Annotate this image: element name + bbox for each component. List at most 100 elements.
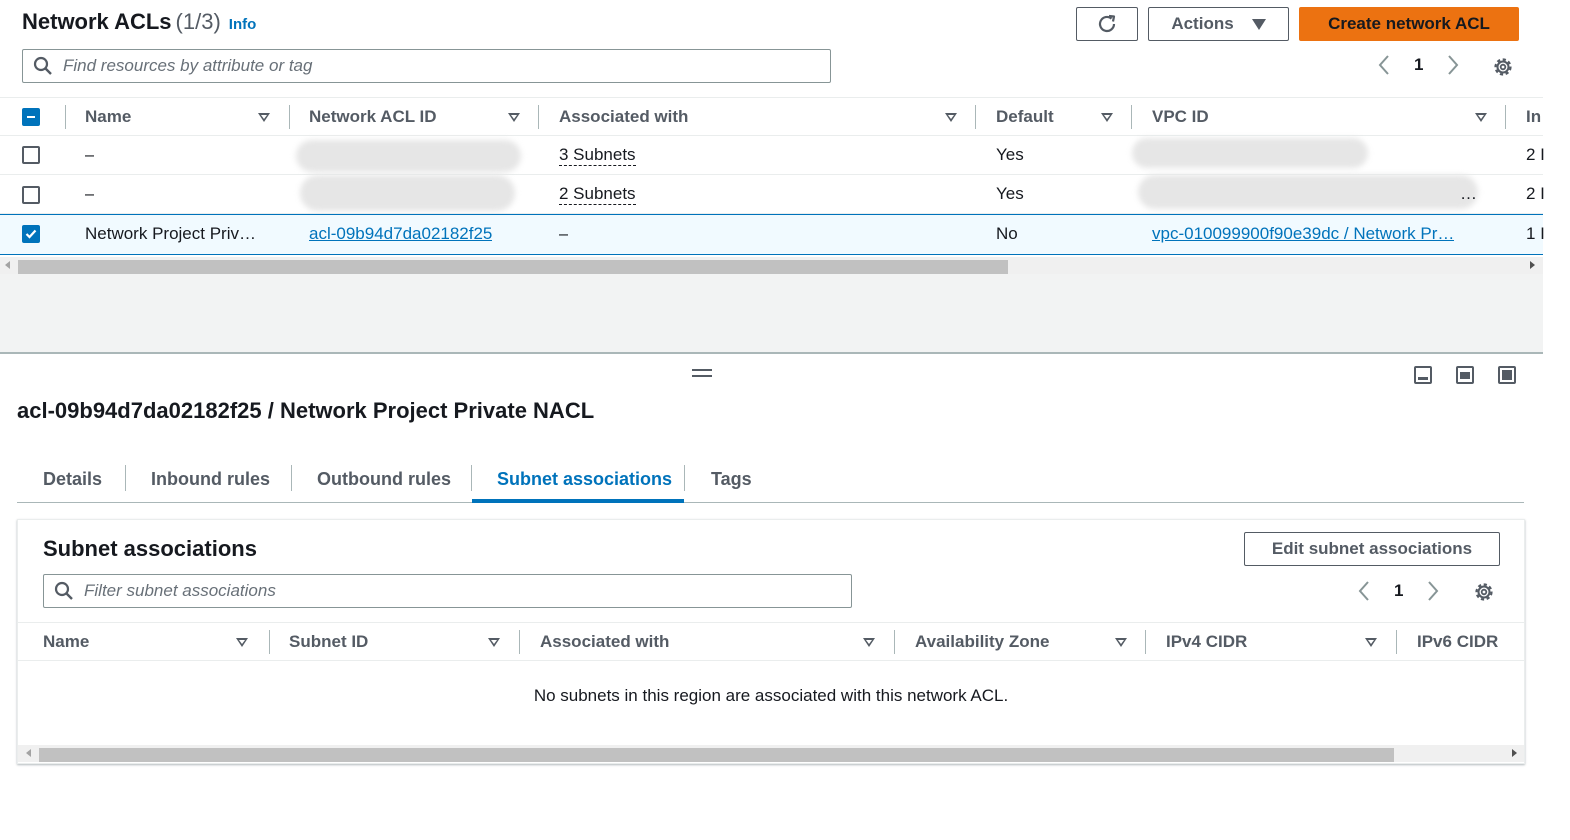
table-row[interactable]: – 3 Subnets Yes 2 I <box>0 136 1545 175</box>
gear-icon[interactable] <box>1473 581 1495 603</box>
sort-icon <box>508 113 520 122</box>
layout-full-icon[interactable] <box>1498 366 1516 384</box>
acl-id-link[interactable]: acl-09b94d7da02182f25 <box>309 224 492 244</box>
subnet-pagination: 1 <box>1356 580 1441 602</box>
tab-separator <box>125 465 126 491</box>
create-network-acl-button[interactable]: Create network ACL <box>1299 7 1519 41</box>
search-placeholder: Find resources by attribute or tag <box>63 56 313 75</box>
gear-icon[interactable] <box>1492 56 1514 78</box>
tab-tags[interactable]: Tags <box>711 456 752 502</box>
tab-subnet-associations[interactable]: Subnet associations <box>497 456 672 502</box>
column-header-subnet-id[interactable]: Subnet ID <box>289 623 500 661</box>
refresh-button[interactable] <box>1076 7 1138 41</box>
associated-subnets-link[interactable]: 3 Subnets <box>559 145 636 166</box>
redacted-vpc-id <box>1132 138 1368 168</box>
column-header-inbound[interactable]: In <box>1526 98 1541 136</box>
detail-title: acl-09b94d7da02182f25 / Network Project … <box>17 398 595 423</box>
resource-search[interactable]: Find resources by attribute or tag <box>22 49 831 83</box>
sort-icon <box>1365 638 1377 647</box>
tab-separator <box>291 465 292 491</box>
column-separator <box>975 105 976 129</box>
column-header-associated[interactable]: Associated with <box>559 98 957 136</box>
scroll-right-icon[interactable] <box>1530 261 1535 269</box>
column-separator <box>1131 105 1132 129</box>
page-title-text: Network ACLs <box>22 9 172 34</box>
page-number[interactable]: 1 <box>1394 581 1403 601</box>
row-default: No <box>996 224 1018 243</box>
sort-icon <box>1101 113 1113 122</box>
column-separator <box>519 630 520 654</box>
table-header: Name Network ACL ID Associated with Defa… <box>0 97 1543 136</box>
column-separator <box>1505 105 1506 129</box>
tab-outbound-rules[interactable]: Outbound rules <box>317 456 451 502</box>
subnet-table-horizontal-scrollbar[interactable] <box>18 745 1524 762</box>
column-header-name[interactable]: Name <box>43 623 248 661</box>
sort-icon <box>945 113 957 122</box>
edit-subnet-associations-button[interactable]: Edit subnet associations <box>1244 532 1500 566</box>
vpc-id-link[interactable]: vpc-010099900f90e39dc / Network Pr… <box>1152 224 1454 244</box>
filter-subnet-input[interactable]: Filter subnet associations <box>43 574 852 608</box>
drag-handle-icon[interactable] <box>692 369 712 377</box>
actions-dropdown[interactable]: Actions <box>1148 7 1289 41</box>
layout-middle-icon[interactable] <box>1456 366 1474 384</box>
chevron-right-icon[interactable] <box>1445 54 1461 76</box>
scroll-right-icon[interactable] <box>1512 749 1517 757</box>
network-acls-panel: Network ACLs (1/3) Info Actions Create net… <box>0 0 1545 352</box>
column-header-name[interactable]: Name <box>85 98 270 136</box>
column-header-availability-zone[interactable]: Availability Zone <box>915 623 1127 661</box>
column-separator <box>269 630 270 654</box>
row-associated: – <box>559 224 569 243</box>
info-link[interactable]: Info <box>229 16 257 33</box>
sort-icon <box>236 638 248 647</box>
column-separator <box>1396 630 1397 654</box>
column-header-ipv6-cidr[interactable]: IPv6 CIDR <box>1417 623 1498 661</box>
select-all-checkbox[interactable] <box>22 108 40 126</box>
column-header-acl-id[interactable]: Network ACL ID <box>309 98 520 136</box>
search-icon <box>33 56 52 75</box>
table-row[interactable]: – 2 Subnets Yes … 2 I <box>0 175 1545 214</box>
column-separator <box>65 105 66 129</box>
row-name: Network Project Priv… <box>85 224 256 243</box>
table-horizontal-scrollbar[interactable] <box>0 257 1543 274</box>
scroll-left-icon[interactable] <box>5 261 10 269</box>
redacted-vpc-id <box>1138 175 1478 209</box>
row-checkbox[interactable] <box>22 146 40 164</box>
row-default: Yes <box>996 184 1024 203</box>
tab-details[interactable]: Details <box>43 456 102 502</box>
row-checkbox[interactable] <box>22 186 40 204</box>
tab-separator <box>471 465 472 491</box>
chevron-left-icon[interactable] <box>1356 580 1372 602</box>
row-inbound: 1 I <box>1526 224 1545 243</box>
table-row-selected[interactable]: Network Project Priv… acl-09b94d7da02182… <box>0 214 1545 255</box>
table-empty-area <box>0 274 1543 352</box>
section-title: Subnet associations <box>43 536 257 561</box>
sort-icon <box>1475 113 1487 122</box>
scrollbar-thumb[interactable] <box>18 260 1008 274</box>
row-name: – <box>85 184 95 203</box>
split-panel-divider <box>0 352 1543 354</box>
sort-icon <box>488 638 500 647</box>
page-number[interactable]: 1 <box>1414 55 1423 75</box>
scrollbar-thumb[interactable] <box>39 748 1394 762</box>
associated-subnets-link[interactable]: 2 Subnets <box>559 184 636 205</box>
checkmark-icon <box>25 229 37 239</box>
sort-icon <box>258 113 270 122</box>
redacted-acl-id <box>296 140 521 172</box>
filter-placeholder: Filter subnet associations <box>84 581 276 600</box>
layout-bottom-icon[interactable] <box>1414 366 1432 384</box>
column-header-vpc-id[interactable]: VPC ID <box>1152 98 1487 136</box>
row-vpc-id: … <box>1460 184 1477 203</box>
row-checkbox-checked[interactable] <box>22 225 40 243</box>
empty-state-message: No subnets in this region are associated… <box>533 686 1009 705</box>
tab-inbound-rules[interactable]: Inbound rules <box>151 456 270 502</box>
chevron-left-icon[interactable] <box>1376 54 1392 76</box>
column-header-default[interactable]: Default <box>996 98 1113 136</box>
column-header-associated[interactable]: Associated with <box>540 623 875 661</box>
row-inbound: 2 I <box>1526 184 1545 203</box>
column-separator <box>1145 630 1146 654</box>
refresh-icon <box>1098 14 1116 33</box>
detail-tabs: Details Inbound rules Outbound rules Sub… <box>17 456 1524 503</box>
scroll-left-icon[interactable] <box>26 749 31 757</box>
column-header-ipv4-cidr[interactable]: IPv4 CIDR <box>1166 623 1377 661</box>
chevron-right-icon[interactable] <box>1425 580 1441 602</box>
